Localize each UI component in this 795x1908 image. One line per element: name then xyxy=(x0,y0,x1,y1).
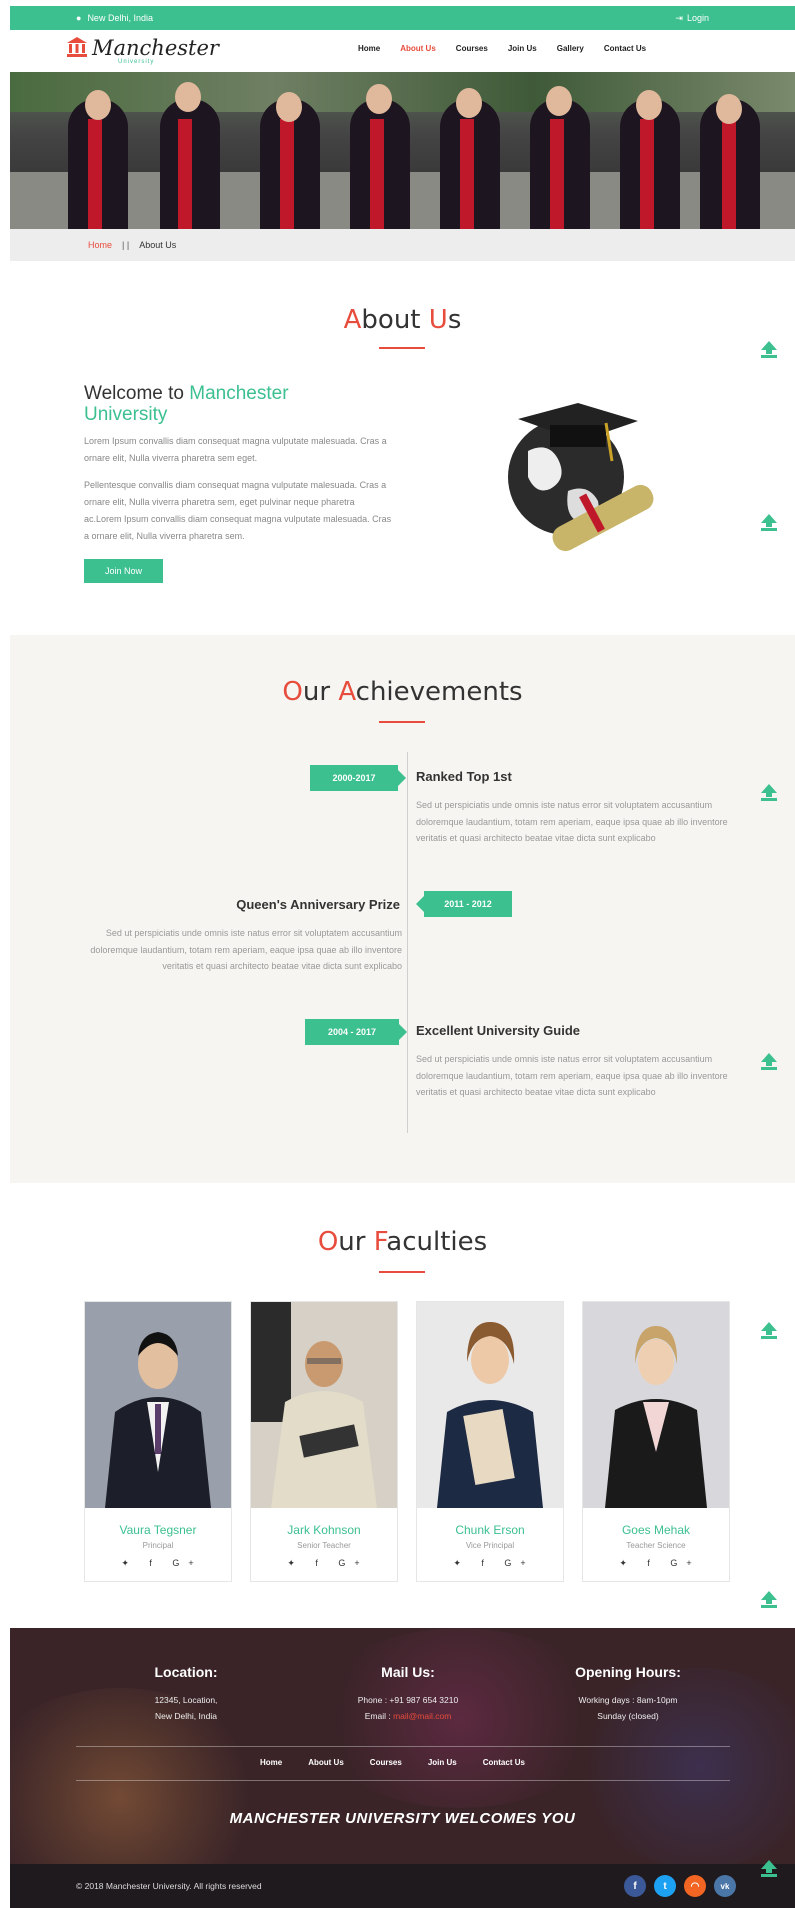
faculty-photo xyxy=(583,1302,729,1508)
location-text: New Delhi, India xyxy=(87,13,153,23)
breadcrumb-current: About Us xyxy=(139,240,177,250)
faculty-photo xyxy=(85,1302,231,1508)
faculty-role: Vice Principal xyxy=(465,1541,515,1550)
copyright-text: © 2018 Manchester University. All rights… xyxy=(76,1881,262,1891)
nav-about-us[interactable]: About Us xyxy=(400,44,436,53)
faculty-card: Vaura Tegsner Principal ✦ f G+ xyxy=(84,1301,232,1582)
join-now-button[interactable]: Join Now xyxy=(84,559,163,583)
login-label: Login xyxy=(686,13,709,23)
brand-sub: University xyxy=(118,59,155,65)
timeline-title-1: Ranked Top 1st xyxy=(416,769,512,784)
footer-welcome-text: MANCHESTER UNIVERSITY WELCOMES YOU xyxy=(229,1810,576,1827)
footer-divider-bottom xyxy=(76,1780,730,1781)
timeline-text-3: Sed ut perspiciatis unde omnis iste natu… xyxy=(416,1054,728,1097)
nav-gallery[interactable]: Gallery xyxy=(557,44,584,53)
footer-nav-home[interactable]: Home xyxy=(260,1758,282,1767)
breadcrumb-home[interactable]: Home xyxy=(88,240,112,250)
faculty-social-links[interactable]: ✦ f G+ xyxy=(417,1558,563,1569)
faculties-section: Our Faculties Vaura Tegsner Principal ✦ … xyxy=(10,1183,795,1628)
footer-mail-text: Phone : +91 987 654 3210 Email : mail@ma… xyxy=(357,1695,459,1721)
footer-location-text: 12345, Location, New Delhi, India xyxy=(154,1695,218,1721)
faculty-role: Teacher Science xyxy=(626,1541,686,1550)
faculties-title: Our Faculties xyxy=(317,1227,488,1257)
location-info: ● New Delhi, India xyxy=(76,13,153,23)
footer-email-link[interactable]: mail@mail.com xyxy=(393,1711,451,1721)
timeline-title-3: Excellent University Guide xyxy=(416,1023,581,1038)
faculty-name: Vaura Tegsner xyxy=(119,1523,197,1537)
scroll-top-icon[interactable] xyxy=(759,339,779,359)
scroll-top-icon[interactable] xyxy=(759,1320,779,1340)
achievements-title: Our Achievements xyxy=(282,677,523,707)
faculty-social-links[interactable]: ✦ f G+ xyxy=(251,1558,397,1569)
scroll-top-icon[interactable] xyxy=(759,782,779,802)
footer-location-title: Location: xyxy=(154,1664,218,1680)
faculty-role: Principal xyxy=(142,1541,174,1550)
brand-name: Manchester xyxy=(92,36,219,60)
nav-join-us[interactable]: Join Us xyxy=(508,44,537,53)
about-title: About Us xyxy=(343,305,462,335)
faculty-name: Goes Mehak xyxy=(621,1523,691,1537)
timeline-text-2: Sed ut perspiciatis unde omnis iste natu… xyxy=(90,928,402,971)
faculty-photo xyxy=(417,1302,563,1508)
nav-courses[interactable]: Courses xyxy=(456,44,488,53)
footer-nav-about-us[interactable]: About Us xyxy=(308,1758,344,1767)
faculty-name: Jark Kohnson xyxy=(287,1523,361,1537)
timeline-year-3: 2004 - 2017 xyxy=(305,1019,407,1045)
timeline-text-1: Sed ut perspiciatis unde omnis iste natu… xyxy=(416,800,728,843)
breadcrumb-separator: | | xyxy=(122,240,130,250)
faculty-social-links[interactable]: ✦ f G+ xyxy=(85,1558,231,1569)
faculty-role: Senior Teacher xyxy=(297,1541,351,1550)
hero-banner-image xyxy=(10,72,795,229)
footer-mail-title: Mail Us: xyxy=(381,1664,435,1680)
login-icon: ⇥ xyxy=(675,12,683,23)
footer-nav: Home About Us Courses Join Us Contact Us xyxy=(260,1758,551,1767)
achievements-section: Our Achievements 2000-2017 Ranked Top 1s… xyxy=(10,635,795,1183)
footer-nav-courses[interactable]: Courses xyxy=(370,1758,402,1767)
footer: Location: 12345, Location, New Delhi, Ind… xyxy=(10,1628,795,1864)
footer-nav-join-us[interactable]: Join Us xyxy=(428,1758,457,1767)
faculty-photo xyxy=(251,1302,397,1508)
scroll-top-icon[interactable] xyxy=(759,1858,779,1878)
university-building-icon xyxy=(67,37,87,57)
faculty-name: Chunk Erson xyxy=(455,1523,525,1537)
rss-icon[interactable]: ◠ xyxy=(684,1875,706,1897)
login-link[interactable]: ⇥ Login xyxy=(675,13,709,24)
footer-hours-title: Opening Hours: xyxy=(575,1664,681,1680)
timeline-line xyxy=(407,752,408,1133)
about-paragraph-1: Lorem Ipsum convallis diam consequat mag… xyxy=(84,436,387,463)
faculty-card: Chunk Erson Vice Principal ✦ f G+ xyxy=(416,1301,564,1582)
page: ● New Delhi, India ⇥ Login Manchester Un… xyxy=(10,6,795,1908)
about-divider xyxy=(379,347,425,349)
header: Manchester University Home About Us Cour… xyxy=(10,30,795,72)
logo[interactable]: Manchester University xyxy=(66,36,219,65)
scroll-top-icon[interactable] xyxy=(759,1589,779,1609)
achievements-divider xyxy=(379,721,425,723)
graduation-globe-icon xyxy=(508,403,654,552)
footer-nav-contact-us[interactable]: Contact Us xyxy=(483,1758,525,1767)
scroll-top-icon[interactable] xyxy=(759,512,779,532)
faculties-divider xyxy=(379,1271,425,1273)
timeline-year-2: 2011 - 2012 xyxy=(416,891,512,917)
faculty-social-links[interactable]: ✦ f G+ xyxy=(583,1558,729,1569)
top-bar: ● New Delhi, India ⇥ Login xyxy=(10,6,795,30)
welcome-heading: Welcome to Manchester University xyxy=(84,383,289,425)
footer-hours-text: Working days : 8am-10pm Sunday (closed) xyxy=(578,1695,678,1721)
breadcrumb: Home | | About Us xyxy=(10,229,795,261)
timeline-title-2: Queen's Anniversary Prize xyxy=(236,897,400,912)
footer-divider-top xyxy=(76,1746,730,1747)
faculty-card: Jark Kohnson Senior Teacher ✦ f G+ xyxy=(250,1301,398,1582)
about-section: About Us Welcome to Manchester Universit… xyxy=(10,261,795,635)
about-paragraph-2: Pellentesque convallis diam consequat ma… xyxy=(84,480,392,541)
faculty-card: Goes Mehak Teacher Science ✦ f G+ xyxy=(582,1301,730,1582)
nav-contact-us[interactable]: Contact Us xyxy=(604,44,646,53)
main-nav: Home About Us Courses Join Us Gallery Co… xyxy=(358,44,666,53)
nav-home[interactable]: Home xyxy=(358,44,380,53)
copyright-bar: © 2018 Manchester University. All rights… xyxy=(10,1864,795,1908)
vk-icon[interactable]: vk xyxy=(714,1875,736,1897)
scroll-top-icon[interactable] xyxy=(759,1051,779,1071)
timeline-year-1: 2000-2017 xyxy=(310,765,406,791)
facebook-icon[interactable]: f xyxy=(624,1875,646,1897)
twitter-icon[interactable]: t xyxy=(654,1875,676,1897)
map-pin-icon: ● xyxy=(76,13,82,23)
